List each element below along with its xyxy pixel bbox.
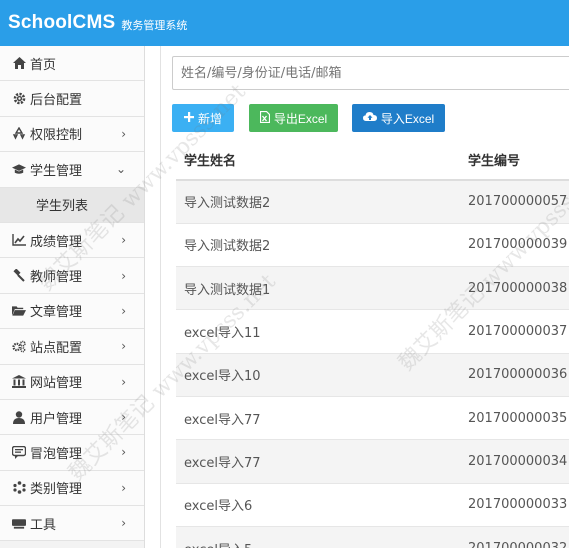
graduation-cap-icon	[12, 162, 26, 176]
sidebar-item-label: 学生管理	[30, 163, 83, 179]
export-excel-button[interactable]: 导出Excel	[249, 104, 338, 132]
plus-icon	[183, 111, 194, 125]
sidebar-item-label: 后台配置	[30, 93, 83, 109]
main-content: 新增 导出Excel 导入Excel 学生姓名 学生编号 导入测试数据22017…	[162, 46, 569, 548]
sidebar-item-label: 学生列表	[36, 199, 89, 215]
student-name-cell: 导入测试数据1	[176, 266, 460, 310]
sidebar-gutter	[145, 46, 161, 548]
chevron-right-icon: ›	[121, 233, 126, 248]
student-name-cell: 导入测试数据2	[176, 222, 460, 267]
student-id-cell: 201700000032	[460, 525, 569, 548]
chevron-right-icon: ›	[121, 445, 126, 460]
sidebar-item-grades[interactable]: 成绩管理 ›	[0, 222, 144, 259]
sidebar-item-label: 网站管理	[30, 376, 83, 392]
student-id-cell: 201700000035	[460, 395, 569, 440]
app-subtitle: 教务管理系统	[121, 19, 188, 32]
import-button-label: 导入Excel	[380, 111, 435, 126]
sidebar-item-bubbles[interactable]: 冒泡管理 ›	[0, 435, 144, 471]
table-row[interactable]: excel导入10 201700000036	[176, 352, 569, 397]
student-id-cell: 201700000038	[460, 266, 569, 310]
user-icon	[12, 410, 26, 424]
import-excel-button[interactable]: 导入Excel	[352, 104, 445, 132]
student-id-cell: 201700000039	[460, 222, 569, 267]
top-header-bar: SchoolCMS 教务管理系统	[0, 0, 569, 46]
app-logo[interactable]: SchoolCMS	[8, 12, 115, 34]
student-id-cell: 201700000034	[460, 439, 569, 484]
student-name-cell: excel导入11	[176, 309, 460, 354]
column-header-id[interactable]: 学生编号	[460, 139, 569, 181]
sidebar-item-label: 首页	[30, 57, 57, 73]
table-header-row: 学生姓名 学生编号	[176, 139, 569, 181]
cloud-upload-icon	[362, 111, 377, 125]
sidebar-item-label: 工具	[30, 517, 57, 533]
bank-icon	[12, 375, 26, 389]
sidebar-item-tools[interactable]: 工具 ›	[0, 506, 144, 542]
table-row[interactable]: 导入测试数据2 201700000039	[176, 222, 569, 267]
sidebar-item-users[interactable]: 用户管理 ›	[0, 399, 144, 436]
cogs-icon	[12, 339, 26, 353]
asterisk-icon	[12, 481, 26, 495]
recycle-icon	[12, 127, 26, 141]
sidebar-item-label: 教师管理	[30, 270, 83, 286]
student-name-cell: excel导入77	[176, 439, 460, 484]
sidebar-item-website[interactable]: 网站管理 ›	[0, 364, 144, 400]
student-name-cell: excel导入5	[176, 525, 460, 548]
chevron-right-icon: ›	[121, 126, 126, 141]
gear-icon	[12, 92, 26, 106]
student-id-cell: 201700000036	[460, 352, 569, 397]
student-id-cell: 201700000057	[460, 179, 569, 224]
sidebar-item-label: 用户管理	[30, 411, 83, 427]
chevron-right-icon: ›	[121, 339, 126, 354]
table-row[interactable]: 导入测试数据2 201700000057	[176, 179, 569, 224]
table-row[interactable]: excel导入5201700000032	[176, 525, 569, 548]
table-row[interactable]: excel导入77 201700000034	[176, 439, 569, 484]
table-row[interactable]: 导入测试数据1 201700000038	[176, 266, 569, 310]
sidebar-item-label: 文章管理	[30, 305, 83, 321]
sidebar-item-site-config[interactable]: 站点配置 ›	[0, 329, 144, 365]
column-header-name[interactable]: 学生姓名	[176, 139, 460, 181]
add-button[interactable]: 新增	[172, 104, 234, 132]
sidebar-item-categories[interactable]: 类别管理 ›	[0, 470, 144, 507]
file-excel-icon	[259, 110, 270, 126]
chevron-down-icon: ⌄	[115, 162, 126, 177]
sidebar-item-teachers[interactable]: 教师管理 ›	[0, 258, 144, 294]
student-name-cell: excel导入77	[176, 395, 460, 440]
sidebar-item-label: 站点配置	[30, 340, 83, 356]
sidebar-item-student-list[interactable]: 学生列表	[0, 187, 144, 223]
chevron-right-icon: ›	[121, 374, 126, 389]
sidebar-item-students[interactable]: 学生管理 ⌄	[0, 152, 144, 188]
sidebar-item-label: 权限控制	[30, 128, 83, 144]
chevron-right-icon: ›	[121, 410, 126, 425]
comment-icon	[12, 445, 26, 459]
student-name-cell: 导入测试数据2	[176, 179, 460, 224]
home-icon	[12, 56, 26, 70]
table-row[interactable]: excel导入6 201700000033	[176, 482, 569, 527]
student-id-cell: 201700000033	[460, 482, 569, 527]
student-id-cell: 201700000037	[460, 309, 569, 354]
sidebar-item-label: 冒泡管理	[30, 446, 83, 462]
sidebar-item-articles[interactable]: 文章管理 ›	[0, 293, 144, 330]
chevron-right-icon: ›	[121, 268, 126, 283]
table-row[interactable]: excel导入77 201700000035	[176, 395, 569, 440]
chevron-right-icon: ›	[121, 303, 126, 318]
sidebar-item-permissions[interactable]: 权限控制 ›	[0, 116, 144, 153]
search-input[interactable]	[172, 56, 569, 90]
chevron-right-icon: ›	[121, 480, 126, 495]
table-row[interactable]: excel导入11 201700000037	[176, 309, 569, 354]
export-button-label: 导出Excel	[273, 111, 328, 126]
gavel-icon	[12, 269, 26, 283]
student-table: 学生姓名 学生编号 导入测试数据2 201700000057 导入测试数据2 201…	[176, 139, 569, 548]
folder-open-icon	[12, 304, 26, 318]
sidebar-item-label: 成绩管理	[30, 234, 83, 250]
student-name-cell: excel导入6	[176, 482, 460, 527]
student-name-cell: excel导入10	[176, 352, 460, 397]
sidebar-item-home[interactable]: 首页	[0, 46, 144, 82]
add-button-label: 新增	[197, 111, 222, 126]
sidebar-item-label: 类别管理	[30, 482, 83, 498]
sidebar: 首页 后台配置 权限控制 › 学生管理 ⌄ 学生列表 成绩管理 › 教师管理 ›…	[0, 46, 145, 548]
sidebar-item-backend-config[interactable]: 后台配置	[0, 81, 144, 117]
keyboard-icon	[12, 516, 26, 530]
chevron-right-icon: ›	[121, 516, 126, 531]
line-chart-icon	[12, 233, 26, 247]
